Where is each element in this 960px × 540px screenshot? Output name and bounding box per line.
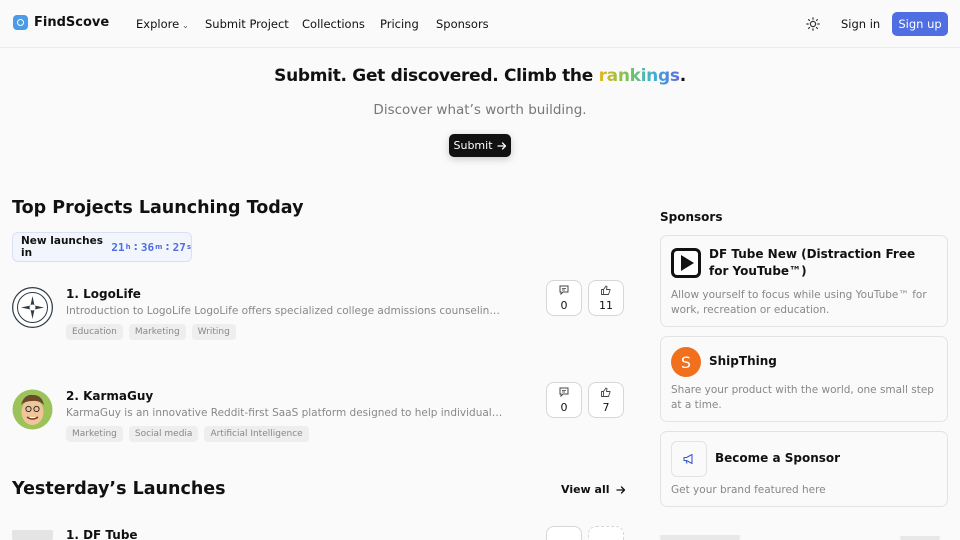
sponsor-card[interactable]: S ShipThing Share your product with the … (660, 336, 948, 422)
yesterday-section-title: Yesterday’s Launches (12, 479, 226, 499)
thumbs-up-icon (601, 285, 611, 295)
top-header: FindScove Explore ⌄ Submit Project Collec… (0, 0, 960, 48)
countdown-hours-unit: h (125, 243, 131, 251)
comments-button[interactable]: 0 (546, 382, 582, 418)
hero-title-period: . (679, 66, 686, 86)
view-all-label: View all (561, 483, 610, 496)
chevron-down-icon: ⌄ (182, 21, 189, 30)
comment-icon (559, 387, 569, 398)
nav-submit-project[interactable]: Submit Project (205, 17, 289, 31)
tag[interactable]: Marketing (128, 324, 186, 340)
comments-button[interactable]: 0 (546, 280, 582, 316)
launch-countdown: New launches in 21 h : 36 m : 27 s (12, 232, 192, 262)
submit-button[interactable]: Submit (449, 134, 511, 157)
sponsor-description: Share your product with the world, one s… (671, 384, 934, 411)
arrow-right-icon (615, 485, 625, 494)
countdown-minutes-unit: m (155, 243, 163, 251)
project-name[interactable]: 1. DF Tube (66, 528, 138, 540)
project-row[interactable]: 1. LogoLife Introduction to LogoLife Log… (12, 280, 627, 347)
countdown-minutes: 36 (140, 240, 155, 254)
become-sponsor-description: Get your brand featured here (671, 484, 826, 496)
project-name[interactable]: 1. LogoLife (66, 287, 141, 301)
sponsor-title: DF Tube New (Distraction Free for YouTub… (709, 247, 916, 278)
nav-collections[interactable]: Collections (302, 17, 365, 31)
project-row[interactable]: 2. KarmaGuy KarmaGuy is an innovative Re… (12, 382, 627, 449)
sponsor-card[interactable]: DF Tube New (Distraction Free for YouTub… (660, 235, 948, 327)
view-all-link[interactable]: View all (561, 483, 626, 496)
next-section-heading (660, 535, 740, 540)
become-sponsor-title: Become a Sponsor (715, 451, 841, 465)
thumbs-up-icon (601, 387, 611, 397)
countdown-seconds: 27 (172, 240, 186, 254)
hero-title-text: Submit. Get discovered. Climb the (274, 66, 599, 86)
project-tags: Education Marketing Writing (66, 324, 236, 340)
countdown-separator: : (165, 241, 170, 253)
today-section-title: Top Projects Launching Today (12, 198, 304, 218)
shipthing-logo-icon: S (671, 347, 701, 377)
project-logo (12, 530, 53, 540)
nav-explore-label: Explore (136, 17, 180, 31)
project-tags: Marketing Social media Artificial Intell… (66, 426, 309, 442)
submit-button-label: Submit (453, 139, 493, 152)
arrow-right-icon (496, 141, 506, 150)
tag[interactable]: Social media (128, 426, 199, 442)
sponsors-title: Sponsors (660, 210, 723, 224)
countdown-seconds-unit: s (186, 243, 191, 251)
project-name[interactable]: 2. KarmaGuy (66, 389, 153, 403)
upvote-button[interactable] (588, 526, 624, 540)
nav-explore[interactable]: Explore ⌄ (136, 17, 189, 31)
comment-count: 0 (560, 299, 568, 312)
comment-icon (559, 285, 569, 296)
countdown-separator: : (133, 241, 138, 253)
upvote-button[interactable]: 7 (588, 382, 624, 418)
tag[interactable]: Education (66, 324, 123, 340)
nav-sponsors[interactable]: Sponsors (436, 17, 489, 31)
play-icon (671, 248, 701, 278)
sponsor-description: Allow yourself to focus while using YouT… (671, 289, 927, 316)
project-description: Introduction to LogoLife LogoLife offers… (66, 305, 506, 317)
project-description: KarmaGuy is an innovative Reddit-first S… (66, 407, 506, 419)
hero-subtitle: Discover what’s worth building. (373, 102, 587, 118)
project-logo (12, 389, 53, 430)
sponsor-title: ShipThing (709, 354, 777, 368)
hero-title-highlight: rankings (598, 66, 680, 86)
upvote-count: 11 (599, 299, 613, 312)
project-row[interactable]: 1. DF Tube (12, 526, 627, 540)
tag[interactable]: Writing (191, 324, 236, 340)
tag[interactable]: Marketing (66, 426, 123, 442)
become-sponsor-card[interactable]: Become a Sponsor Get your brand featured… (660, 431, 948, 507)
view-all-link[interactable] (900, 536, 940, 540)
logo-text: FindScove (34, 15, 110, 30)
countdown-hours: 21 (111, 240, 125, 254)
upvote-count: 7 (602, 401, 610, 414)
sun-icon[interactable] (806, 17, 820, 31)
project-logo (12, 287, 53, 328)
megaphone-icon (671, 441, 707, 477)
nav-pricing[interactable]: Pricing (380, 17, 419, 31)
sign-in-link[interactable]: Sign in (841, 17, 880, 31)
hero-title: Submit. Get discovered. Climb the rankin… (0, 66, 960, 86)
sign-up-button[interactable]: Sign up (892, 12, 948, 36)
comment-count: 0 (560, 401, 568, 414)
upvote-button[interactable]: 11 (588, 280, 624, 316)
tag[interactable]: Artificial Intelligence (204, 426, 309, 442)
countdown-label: New launches in (21, 235, 103, 259)
comments-button[interactable] (546, 526, 582, 540)
logo-link[interactable]: FindScove (13, 15, 109, 30)
logo-icon (13, 15, 28, 30)
